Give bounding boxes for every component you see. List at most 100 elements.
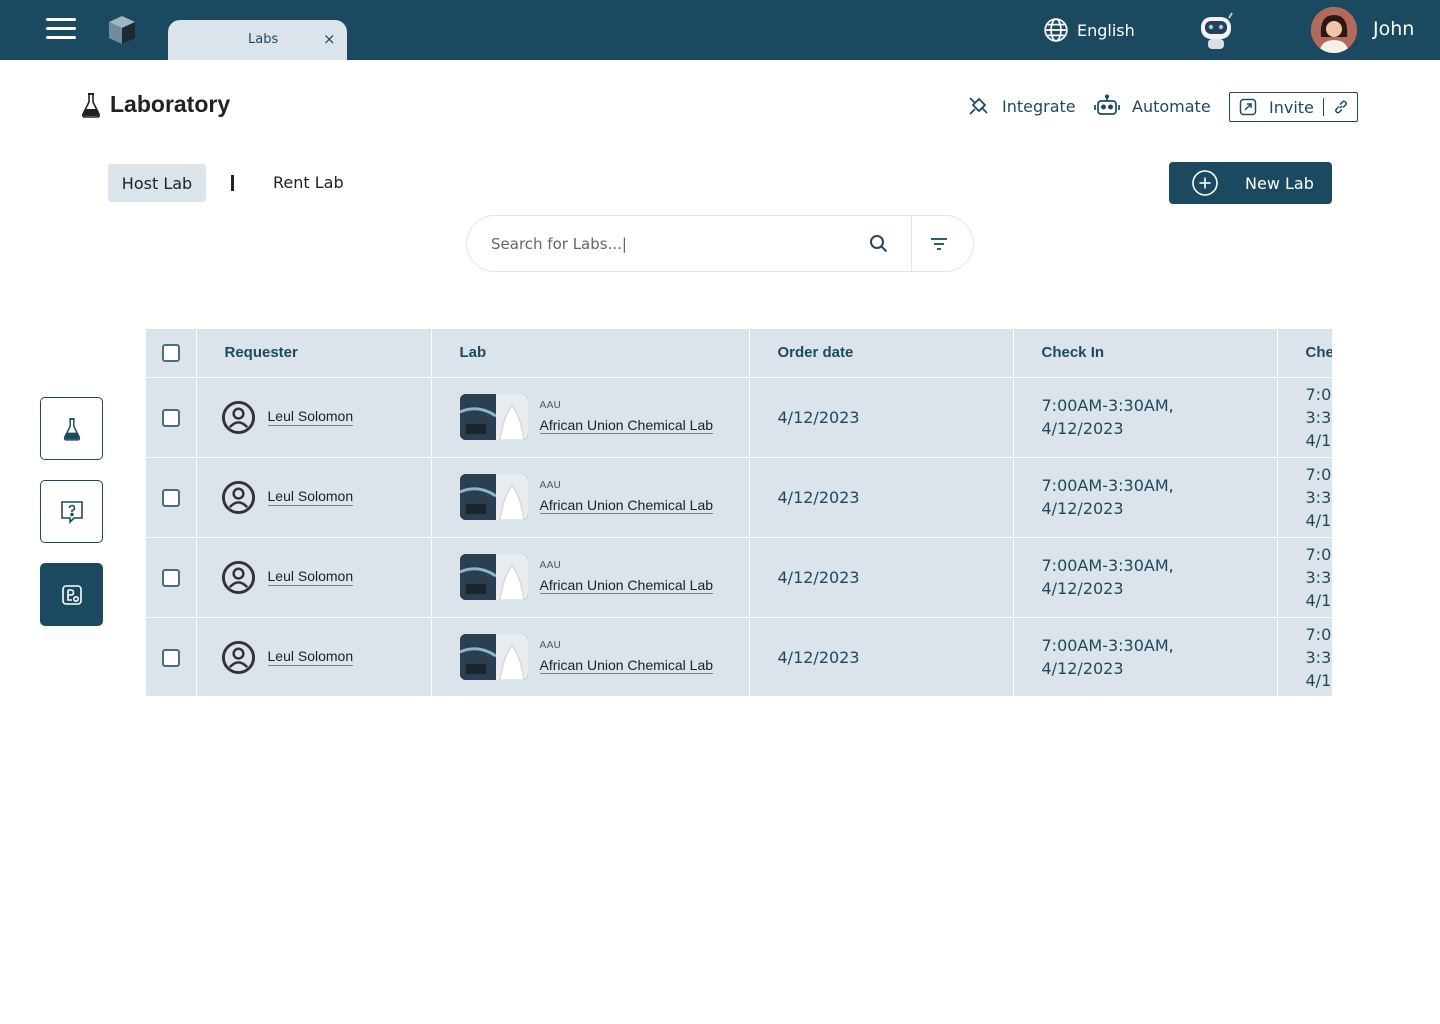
requester-name[interactable]: Leul Solomon xyxy=(267,408,354,426)
check-in-date: 4/12/2023 xyxy=(1041,499,1124,518)
table-row[interactable]: Leul Solomon AAU African Union Chemical … xyxy=(146,617,1332,696)
segment-divider xyxy=(231,175,234,191)
requester-cell: Leul Solomon xyxy=(196,617,432,696)
hamburger-menu-icon[interactable] xyxy=(46,18,76,42)
side-lab-button[interactable] xyxy=(40,397,103,460)
requester-name[interactable]: Leul Solomon xyxy=(267,488,354,506)
check-in-date: 4/12/2023 xyxy=(1041,659,1124,678)
lab-org: AAU xyxy=(539,400,561,411)
table-header-row: Requester Lab Order date Check In Check … xyxy=(146,329,1332,378)
lab-thumbnail xyxy=(459,394,528,440)
check-in-cell: 7:00AM-3:30AM, 4/12/2023 xyxy=(1013,457,1278,538)
lab-org: AAU xyxy=(539,480,561,491)
integrate-button[interactable]: Integrate xyxy=(966,94,1076,118)
check-in-cell: 7:00AM-3:30AM, 4/12/2023 xyxy=(1013,537,1278,618)
app-logo xyxy=(109,16,135,44)
row-checkbox[interactable] xyxy=(161,488,180,507)
select-all-checkbox[interactable] xyxy=(161,343,180,362)
select-all-cell xyxy=(146,329,197,378)
check-out-cell: 7:00AM-3:30AM, 4/12/2023 xyxy=(1277,537,1333,618)
lab-name[interactable]: African Union Chemical Lab xyxy=(539,497,714,514)
top-bar: Labs × English John xyxy=(0,0,1440,60)
check-in-time: 7:00AM-3:30AM, xyxy=(1041,556,1174,575)
check-out-date: 4/12/2023 xyxy=(1305,510,1333,530)
lab-thumbnail xyxy=(459,634,528,680)
table-row[interactable]: Leul Solomon AAU African Union Chemical … xyxy=(146,377,1333,458)
side-booking-button[interactable] xyxy=(40,563,103,626)
page-title: Laboratory xyxy=(110,91,231,117)
check-in-time: 7:00AM-3:30AM, xyxy=(1041,476,1174,495)
invite-button[interactable]: Invite xyxy=(1230,93,1323,121)
column-header-check-out[interactable]: Check Out xyxy=(1277,329,1332,378)
user-avatar-icon xyxy=(221,640,255,674)
lab-cell: AAU African Union Chemical Lab xyxy=(431,617,750,696)
table-row[interactable]: Leul Solomon AAU African Union Chemical … xyxy=(146,537,1333,618)
column-header-order-date[interactable]: Order date xyxy=(749,329,1014,378)
row-checkbox[interactable] xyxy=(161,568,180,587)
help-chat-icon xyxy=(60,500,83,524)
search-input[interactable] xyxy=(491,232,851,256)
user-name: John xyxy=(1373,18,1415,40)
requester-name[interactable]: Leul Solomon xyxy=(267,568,354,586)
table-row[interactable]: Leul Solomon AAU African Union Chemical … xyxy=(146,457,1333,538)
side-help-button[interactable] xyxy=(40,480,103,543)
avatar[interactable] xyxy=(1311,7,1357,53)
order-date: 4/12/2023 xyxy=(749,537,1014,618)
tab-labs[interactable]: Labs × xyxy=(168,20,347,60)
order-date: 4/12/2023 xyxy=(749,617,1014,696)
lab-name[interactable]: African Union Chemical Lab xyxy=(539,577,714,594)
copy-link-button[interactable] xyxy=(1324,99,1357,115)
column-header-check-in[interactable]: Check In xyxy=(1013,329,1278,378)
tab-labs-label: Labs xyxy=(248,32,279,47)
order-date: 4/12/2023 xyxy=(749,377,1014,458)
check-out-time: 7:00AM-3:30AM, xyxy=(1305,384,1333,427)
check-out-time: 7:00AM-3:30AM, xyxy=(1305,544,1333,587)
invite-label: Invite xyxy=(1269,97,1314,117)
lab-name[interactable]: African Union Chemical Lab xyxy=(539,657,714,674)
filter-icon[interactable] xyxy=(929,235,949,253)
invite-group: Invite xyxy=(1229,92,1358,122)
check-out-cell: 7:00AM-3:30AM, 4/12/2023 xyxy=(1277,617,1332,696)
check-out-cell: 7:00AM-3:30AM, 4/12/2023 xyxy=(1277,377,1333,458)
link-icon xyxy=(1334,100,1347,114)
check-out-date: 4/12/2023 xyxy=(1305,430,1333,450)
user-avatar-icon xyxy=(221,400,255,434)
lab-name[interactable]: African Union Chemical Lab xyxy=(539,417,714,434)
check-in-time: 7:00AM-3:30AM, xyxy=(1041,636,1174,655)
row-select-cell xyxy=(146,537,197,618)
lab-cell: AAU African Union Chemical Lab xyxy=(431,457,750,538)
flask-icon xyxy=(63,417,80,441)
lab-cell: AAU African Union Chemical Lab xyxy=(431,377,750,458)
integrate-label: Integrate xyxy=(1002,96,1076,116)
new-lab-label: New Lab xyxy=(1245,173,1314,193)
lab-cell: AAU African Union Chemical Lab xyxy=(431,537,750,618)
column-header-requester[interactable]: Requester xyxy=(196,329,432,378)
check-in-cell: 7:00AM-3:30AM, 4/12/2023 xyxy=(1013,377,1278,458)
requester-name[interactable]: Leul Solomon xyxy=(267,648,354,666)
lab-org: AAU xyxy=(539,560,561,571)
column-header-lab[interactable]: Lab xyxy=(431,329,750,378)
close-icon[interactable]: × xyxy=(323,30,336,48)
automate-button[interactable]: Automate xyxy=(1094,94,1211,118)
new-lab-button[interactable]: New Lab xyxy=(1169,162,1332,204)
check-in-time: 7:00AM-3:30AM, xyxy=(1041,396,1174,415)
row-select-cell xyxy=(146,377,197,458)
requester-cell: Leul Solomon xyxy=(196,377,432,458)
tab-rent-lab[interactable]: Rent Lab xyxy=(273,173,344,192)
check-out-cell: 7:00AM-3:30AM, 4/12/2023 xyxy=(1277,457,1333,538)
search-divider xyxy=(911,216,912,271)
tab-host-lab[interactable]: Host Lab xyxy=(108,164,206,202)
check-out-date: 4/12/2023 xyxy=(1305,590,1333,610)
language-selector[interactable]: English xyxy=(1043,17,1135,43)
search-bar xyxy=(466,215,974,272)
row-checkbox[interactable] xyxy=(161,648,180,667)
row-checkbox[interactable] xyxy=(161,408,180,427)
assistant-robot-icon[interactable] xyxy=(1194,9,1238,53)
add-circle-icon xyxy=(1192,170,1218,196)
requester-cell: Leul Solomon xyxy=(196,537,432,618)
check-out-date: 4/12/2023 xyxy=(1305,670,1333,690)
plug-icon xyxy=(969,97,988,115)
user-avatar-icon xyxy=(221,480,255,514)
row-select-cell xyxy=(146,617,197,696)
search-icon[interactable] xyxy=(867,232,891,256)
